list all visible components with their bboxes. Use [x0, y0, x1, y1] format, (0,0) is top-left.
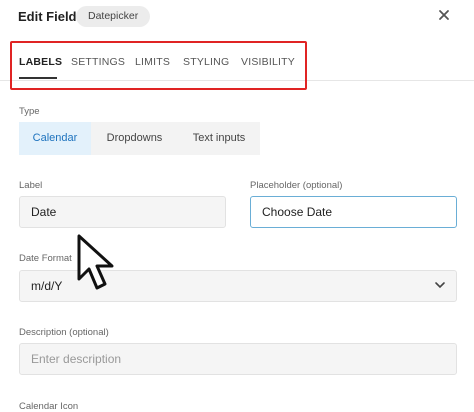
tab-labels[interactable]: LABELS	[19, 56, 62, 68]
chevron-down-icon[interactable]	[434, 280, 446, 290]
label-field-label: Label	[19, 180, 43, 191]
active-tab-indicator	[19, 77, 57, 79]
field-type-badge: Datepicker	[76, 6, 151, 27]
type-option-dropdowns[interactable]: Dropdowns	[91, 122, 178, 155]
mouse-pointer-icon	[77, 234, 114, 290]
calendar-icon-label: Calendar Icon	[19, 401, 79, 412]
date-format-label: Date Format	[19, 253, 72, 264]
tab-settings[interactable]: SETTINGS	[71, 56, 125, 68]
description-input[interactable]: Enter description	[19, 343, 457, 375]
tab-styling[interactable]: STYLING	[183, 56, 229, 68]
close-icon[interactable]	[436, 7, 452, 23]
type-option-calendar[interactable]: Calendar	[19, 122, 91, 155]
tab-limits[interactable]: LIMITS	[135, 56, 170, 68]
tab-visibility[interactable]: VISIBILITY	[241, 56, 295, 68]
type-option-text-inputs[interactable]: Text inputs	[178, 122, 260, 155]
placeholder-field-label: Placeholder (optional)	[250, 180, 343, 191]
label-input[interactable]: Date	[19, 196, 226, 228]
description-label: Description (optional)	[19, 327, 109, 338]
modal-header: Edit Field Datepicker	[0, 0, 474, 34]
type-label: Type	[19, 106, 40, 117]
placeholder-input[interactable]: Choose Date	[250, 196, 457, 228]
modal-title: Edit Field	[18, 9, 77, 24]
